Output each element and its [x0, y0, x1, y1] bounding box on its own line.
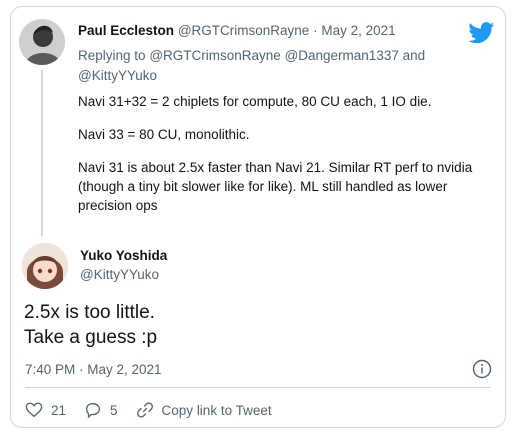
copy-link-button[interactable]: Copy link to Tweet: [136, 401, 272, 419]
main-author-handle[interactable]: @KittyYYuko: [80, 267, 159, 282]
main-tweet-line: Take a guess :p: [24, 327, 158, 348]
copy-link-label: Copy link to Tweet: [161, 402, 272, 418]
quoted-author-handle[interactable]: @RGTCrimsonRayne: [178, 23, 309, 38]
like-count: 21: [51, 402, 67, 418]
reply-mention[interactable]: @Dangerman1337: [285, 48, 399, 63]
quoted-tweet-header: Paul Eccleston @RGTCrimsonRayne · May 2,…: [78, 23, 458, 38]
info-icon[interactable]: [472, 359, 492, 379]
quoted-author-name[interactable]: Paul Eccleston: [78, 23, 174, 38]
reply-icon: [86, 403, 101, 418]
like-button[interactable]: 21: [25, 401, 66, 419]
reply-mention[interactable]: @KittyYYuko: [78, 68, 157, 83]
quoted-body-paragraph: Navi 33 = 80 CU, monolithic.: [78, 127, 250, 142]
tweet-actions: 21 5 Copy link to Tweet: [25, 399, 290, 421]
quoted-body-paragraph: Navi 31+32 = 2 chiplets for compute, 80 …: [78, 94, 432, 109]
link-icon: [136, 402, 153, 418]
main-avatar-image: [22, 243, 68, 289]
header-separator: ·: [313, 23, 318, 38]
thread-connector-line: [41, 70, 43, 236]
main-tweet-line: 2.5x is too little.: [24, 302, 155, 323]
reply-button[interactable]: 5: [84, 401, 118, 419]
main-author-name[interactable]: Yuko Yoshida: [80, 248, 167, 263]
reply-mention[interactable]: @RGTCrimsonRayne: [149, 48, 280, 63]
quoted-body-paragraph: Navi 31 is about 2.5x faster than Navi 2…: [78, 160, 473, 213]
quoted-avatar-image: [19, 19, 65, 65]
quoted-tweet-date[interactable]: May 2, 2021: [321, 23, 395, 38]
main-author-avatar[interactable]: [22, 243, 68, 289]
replying-prefix: Replying to: [78, 48, 146, 63]
heart-icon: [25, 402, 43, 418]
replying-and: and: [402, 48, 426, 63]
action-divider: [25, 387, 491, 388]
quoted-author-avatar[interactable]: [19, 19, 65, 65]
tweet-timestamp[interactable]: 7:40 PM · May 2, 2021: [25, 362, 162, 377]
main-tweet-text: 2.5x is too little. Take a guess :p: [24, 300, 157, 350]
reply-count: 5: [110, 402, 118, 418]
quoted-tweet-body: Navi 31+32 = 2 chiplets for compute, 80 …: [78, 92, 488, 229]
twitter-bird-icon[interactable]: [468, 22, 495, 44]
replying-to-line: Replying to @RGTCrimsonRayne @Dangerman1…: [78, 46, 478, 86]
